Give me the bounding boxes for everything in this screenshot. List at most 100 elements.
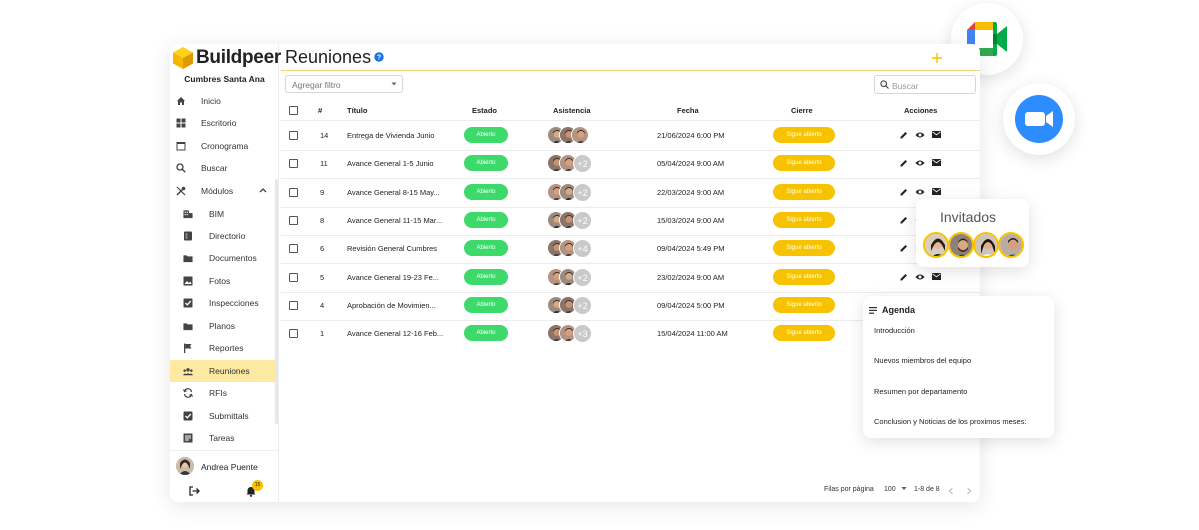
more-attendees-badge[interactable]: +2	[573, 154, 592, 173]
sidebar-item-fotos[interactable]: Fotos	[170, 270, 278, 292]
row-checkbox[interactable]	[289, 131, 298, 140]
meeting-title[interactable]: Aprobación de Movimien...	[347, 301, 436, 310]
tasks-icon	[183, 433, 193, 443]
view-icon[interactable]	[915, 159, 925, 167]
brand-logo[interactable]: Buildpeer	[173, 47, 281, 69]
table-row[interactable]: 8 Avance General 11-15 Mar... Abierto +2 15/…	[281, 207, 980, 235]
view-icon[interactable]	[915, 188, 925, 196]
calendar-icon	[176, 141, 186, 151]
guest-avatar[interactable]	[923, 232, 949, 258]
row-checkbox[interactable]	[289, 216, 298, 225]
table-row[interactable]: 11 Avance General 1-5 Junio Abierto +2 05/04…	[281, 150, 980, 178]
edit-icon[interactable]	[900, 159, 908, 167]
agenda-item: Resumen por departamento	[874, 387, 968, 396]
sidebar-item-directorio[interactable]: Directorio	[170, 225, 278, 247]
sidebar-item-modulos[interactable]: Módulos	[170, 180, 278, 202]
rows-per-page-select[interactable]: 100	[884, 486, 907, 493]
more-attendees-badge[interactable]: +2	[573, 183, 592, 202]
sidebar-item-cronograma[interactable]: Cronograma	[170, 135, 278, 157]
chevron-up-icon[interactable]	[259, 187, 267, 193]
row-checkbox[interactable]	[289, 329, 298, 338]
sidebar-item-planos[interactable]: Planos	[170, 315, 278, 337]
sidebar-item-inspecciones[interactable]: Inspecciones	[170, 292, 278, 314]
meeting-title[interactable]: Avance General 1-5 Junio	[347, 159, 434, 168]
edit-icon[interactable]	[900, 216, 908, 224]
logout-icon[interactable]	[189, 486, 200, 496]
user-profile[interactable]: Andrea Puente	[170, 450, 278, 478]
meeting-title[interactable]: Avance General 8-15 May...	[347, 188, 440, 197]
sidebar-item-reportes[interactable]: Reportes	[170, 337, 278, 359]
more-attendees-badge[interactable]: +3	[573, 324, 592, 343]
chevron-right-icon[interactable]	[966, 487, 972, 495]
sidebar-item-label: Fotos	[209, 276, 231, 286]
meeting-date: 15/04/2024 11:00 AM	[657, 329, 728, 338]
column-header-title[interactable]: Título	[347, 106, 367, 115]
sidebar-item-buscar[interactable]: Buscar	[170, 157, 278, 179]
help-icon[interactable]: ?	[374, 52, 384, 62]
email-icon[interactable]	[932, 188, 941, 195]
sidebar-item-tareas[interactable]: Tareas	[170, 427, 278, 449]
column-header-status[interactable]: Estado	[472, 106, 497, 115]
more-attendees-badge[interactable]: +4	[573, 239, 592, 258]
edit-icon[interactable]	[900, 244, 908, 252]
add-meeting-button[interactable]	[931, 52, 943, 64]
more-attendees-badge[interactable]: +2	[573, 296, 592, 315]
search-input[interactable]: Buscar	[874, 75, 976, 94]
meeting-title[interactable]: Avance General 19-23 Fe...	[347, 273, 439, 282]
column-header-number[interactable]: #	[318, 106, 322, 115]
row-checkbox[interactable]	[289, 244, 298, 253]
add-filter-select[interactable]: Agregar filtro	[285, 75, 403, 93]
sidebar-item-documentos[interactable]: Documentos	[170, 247, 278, 269]
email-icon[interactable]	[932, 131, 941, 138]
meeting-title[interactable]: Entrega de Vivienda Junio	[347, 131, 434, 140]
edit-icon[interactable]	[900, 188, 908, 196]
email-icon[interactable]	[932, 159, 941, 166]
select-all-checkbox[interactable]	[289, 106, 298, 115]
sidebar-item-escritorio[interactable]: Escritorio	[170, 112, 278, 134]
column-header-attendance[interactable]: Asistencia	[553, 106, 591, 115]
view-icon[interactable]	[915, 131, 925, 139]
table-row[interactable]: 14 Entrega de Vivienda Junio Abierto 21/06/…	[281, 122, 980, 150]
meeting-title[interactable]: Revisión General Cumbres	[347, 244, 437, 253]
attendee-avatar[interactable]	[571, 126, 589, 144]
sidebar-item-inicio[interactable]: Inicio	[170, 90, 278, 112]
agenda-item: Introducción	[874, 326, 915, 335]
view-icon[interactable]	[915, 273, 925, 281]
flag-icon	[183, 343, 193, 353]
status-badge: Abierto	[464, 240, 508, 256]
guest-avatar[interactable]	[948, 232, 974, 258]
email-icon[interactable]	[932, 273, 941, 280]
row-checkbox[interactable]	[289, 273, 298, 282]
row-checkbox[interactable]	[289, 188, 298, 197]
status-badge: Abierto	[464, 325, 508, 341]
edit-icon[interactable]	[900, 131, 908, 139]
sidebar-item-bim[interactable]: BIM	[170, 203, 278, 225]
more-attendees-badge[interactable]: +2	[573, 268, 592, 287]
guest-avatar[interactable]	[973, 232, 999, 258]
folder-icon	[183, 253, 193, 263]
guest-avatar[interactable]	[998, 232, 1024, 258]
row-checkbox[interactable]	[289, 301, 298, 310]
sidebar-scrollbar[interactable]	[275, 179, 278, 424]
sidebar-item-label: Submittals	[209, 411, 249, 421]
more-attendees-badge[interactable]: +2	[573, 211, 592, 230]
zoom-card[interactable]	[1003, 83, 1075, 155]
table-row[interactable]: 6 Revisión General Cumbres Abierto +4 09/04/…	[281, 235, 980, 263]
sidebar-item-reuniones[interactable]: Reuniones	[170, 360, 278, 382]
meeting-title[interactable]: Avance General 12-16 Feb...	[347, 329, 443, 338]
row-checkbox[interactable]	[289, 159, 298, 168]
edit-icon[interactable]	[900, 273, 908, 281]
column-header-date[interactable]: Fecha	[677, 106, 699, 115]
table-row[interactable]: 5 Avance General 19-23 Fe... Abierto +2 23/0…	[281, 264, 980, 292]
meeting-title[interactable]: Avance General 11-15 Mar...	[347, 216, 442, 225]
meeting-number: 5	[320, 273, 325, 282]
sidebar-item-submittals[interactable]: Submittals	[170, 405, 278, 427]
sidebar-footer: 15	[170, 480, 278, 502]
column-header-close[interactable]: Cierre	[791, 106, 813, 115]
chevron-left-icon[interactable]	[948, 487, 954, 495]
sidebar-item-rfis[interactable]: RFIs	[170, 382, 278, 404]
search-placeholder: Buscar	[892, 81, 919, 91]
sync-icon	[183, 388, 193, 398]
app-window: Buildpeer Cumbres Santa Ana Inicio Escri…	[170, 44, 980, 502]
table-row[interactable]: 9 Avance General 8-15 May... Abierto +2 22/0…	[281, 179, 980, 207]
